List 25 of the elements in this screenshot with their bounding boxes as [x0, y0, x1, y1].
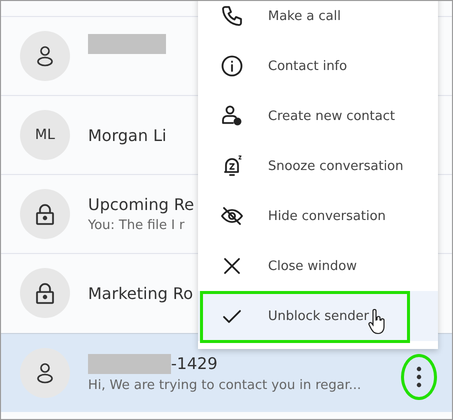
menu-item[interactable]: Create new contact — [198, 91, 438, 141]
lock-icon — [35, 282, 55, 304]
menu-item[interactable]: Make a call — [198, 1, 438, 41]
person-icon — [35, 362, 55, 384]
add-person-icon — [220, 104, 244, 128]
kebab-icon — [416, 366, 422, 388]
menu-item[interactable]: Close window — [198, 241, 438, 291]
message-preview: Hi, We are trying to contact you in regar... — [88, 378, 362, 392]
menu-item[interactable]: Contact info — [198, 41, 438, 91]
conversation-title: Upcoming Re — [88, 195, 194, 214]
phone-icon — [220, 4, 244, 28]
conversation-title: Morgan Li — [88, 126, 166, 144]
hand-pointer-icon — [368, 309, 386, 335]
conversation-title: Marketing Ro — [88, 284, 194, 302]
menu-item[interactable]: Hide conversation — [198, 191, 438, 241]
person-icon — [35, 45, 55, 67]
menu-item[interactable]: Snooze conversation — [198, 141, 438, 191]
eye-slash-icon — [220, 204, 244, 228]
menu-item[interactable]: Unblock sender — [198, 291, 438, 341]
more-options-button[interactable] — [401, 354, 437, 400]
message-preview: You: The file I r — [88, 218, 186, 233]
lock-icon — [35, 203, 55, 225]
conversation-title: -1429 — [171, 354, 218, 373]
avatar-initials: ML — [35, 127, 55, 143]
info-icon — [220, 54, 244, 78]
